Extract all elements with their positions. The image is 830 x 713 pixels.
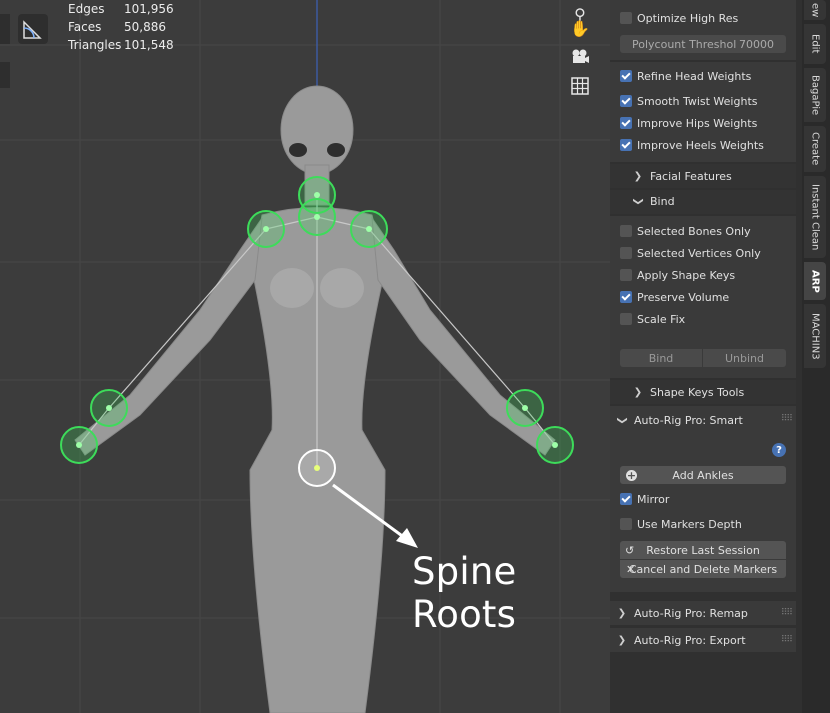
tab-create[interactable]: Create bbox=[804, 126, 826, 172]
close-icon: ✕ bbox=[626, 562, 636, 576]
shape-keys-tools-header[interactable]: ❯ Shape Keys Tools bbox=[632, 382, 744, 402]
tab-arp[interactable]: ARP bbox=[804, 262, 826, 300]
drag-grip-icon[interactable]: ⠿⠿ bbox=[781, 608, 793, 618]
sidebar-panel: Optimize High Res Polycount Threshol 7000… bbox=[610, 0, 802, 713]
cancel-delete-markers-button[interactable]: ✕ Cancel and Delete Markers bbox=[620, 560, 786, 578]
chevron-right-icon: ❯ bbox=[617, 607, 627, 619]
improve-heels-weights-checkbox[interactable]: Improve Heels Weights bbox=[620, 136, 764, 154]
scale-fix-checkbox[interactable]: Scale Fix bbox=[620, 310, 685, 328]
sidebar-tabs: ew Edit BagaPie Create Instant Clean ARP… bbox=[802, 0, 830, 713]
annotation-label: Spine Roots bbox=[412, 550, 517, 636]
stat-triangles: Triangles 101,548 bbox=[68, 38, 174, 52]
chevron-down-icon: ❯ bbox=[632, 196, 644, 206]
hand-icon[interactable]: ✋ bbox=[566, 14, 594, 42]
drag-grip-icon[interactable]: ⠿⠿ bbox=[781, 635, 793, 645]
restore-last-session-button[interactable]: ↺ Restore Last Session bbox=[620, 541, 786, 559]
bind-header[interactable]: ❯ Bind bbox=[632, 191, 675, 211]
marker-wrist-left bbox=[90, 389, 128, 427]
marker-shoulder-left bbox=[247, 210, 285, 248]
drag-grip-icon[interactable]: ⠿⠿ bbox=[781, 414, 793, 424]
marker-hand-right bbox=[536, 426, 574, 464]
chevron-right-icon: ❯ bbox=[633, 386, 643, 398]
toolbar-edge[interactable] bbox=[0, 14, 10, 44]
checkbox-box bbox=[620, 225, 632, 237]
polycount-threshold-field[interactable]: Polycount Threshol 70000 bbox=[620, 35, 786, 53]
preserve-volume-checkbox[interactable]: Preserve Volume bbox=[620, 288, 729, 306]
help-icon[interactable]: ? bbox=[772, 443, 786, 457]
stat-edges: Edges 101,956 bbox=[68, 2, 174, 16]
apply-shape-keys-checkbox[interactable]: Apply Shape Keys bbox=[620, 266, 735, 284]
toolbar-edge-lower[interactable] bbox=[0, 62, 10, 88]
use-markers-depth-checkbox[interactable]: Use Markers Depth bbox=[620, 515, 742, 533]
checkbox-box bbox=[620, 12, 632, 24]
add-ankles-button[interactable]: + Add Ankles bbox=[620, 466, 786, 484]
tab-bagapie[interactable]: BagaPie bbox=[804, 68, 826, 122]
checkbox-box bbox=[620, 313, 632, 325]
smart-header[interactable]: ❯ Auto-Rig Pro: Smart bbox=[616, 410, 743, 430]
chevron-right-icon: ❯ bbox=[633, 170, 643, 182]
checkbox-box bbox=[620, 139, 632, 151]
measure-tool-button[interactable] bbox=[18, 14, 48, 44]
checkbox-box bbox=[620, 95, 632, 107]
marker-shoulder-right bbox=[350, 210, 388, 248]
selected-vertices-only-checkbox[interactable]: Selected Vertices Only bbox=[620, 244, 761, 262]
marker-chest bbox=[298, 198, 336, 236]
plus-icon: + bbox=[626, 468, 637, 482]
checkbox-box bbox=[620, 493, 632, 505]
unbind-button[interactable]: Unbind bbox=[703, 349, 786, 367]
checkbox-box bbox=[620, 291, 632, 303]
remap-header[interactable]: ❯ Auto-Rig Pro: Remap bbox=[616, 603, 748, 623]
tab-view[interactable]: ew bbox=[804, 0, 826, 20]
refine-head-weights-checkbox[interactable]: Refine Head Weights bbox=[620, 67, 751, 85]
grid-icon[interactable] bbox=[566, 72, 594, 100]
marker-spine-root bbox=[298, 449, 336, 487]
history-icon: ↺ bbox=[625, 543, 635, 557]
checkbox-box bbox=[620, 269, 632, 281]
bind-button[interactable]: Bind bbox=[620, 349, 702, 367]
selected-bones-only-checkbox[interactable]: Selected Bones Only bbox=[620, 222, 751, 240]
tab-machin3[interactable]: MACHIN3 bbox=[804, 304, 826, 368]
camera-icon[interactable] bbox=[566, 42, 594, 70]
chevron-right-icon: ❯ bbox=[617, 634, 627, 646]
checkbox-box bbox=[620, 117, 632, 129]
smooth-twist-weights-checkbox[interactable]: Smooth Twist Weights bbox=[620, 92, 757, 110]
tab-instant-clean[interactable]: Instant Clean bbox=[804, 176, 826, 258]
mirror-checkbox[interactable]: Mirror bbox=[620, 490, 669, 508]
chevron-down-icon: ❯ bbox=[616, 415, 628, 425]
stat-faces: Faces 50,886 bbox=[68, 20, 166, 34]
checkbox-box bbox=[620, 518, 632, 530]
export-header[interactable]: ❯ Auto-Rig Pro: Export bbox=[616, 630, 746, 650]
scene-stats: Edges 101,956 Faces 50,886 Triangles 101,54… bbox=[68, 0, 174, 54]
marker-hand-left bbox=[60, 426, 98, 464]
checkbox-box bbox=[620, 247, 632, 259]
optimize-high-res-checkbox[interactable]: Optimize High Res bbox=[620, 9, 738, 27]
3d-viewport[interactable]: Edges 101,956 Faces 50,886 Triangles 101,54… bbox=[0, 0, 610, 713]
facial-features-header[interactable]: ❯ Facial Features bbox=[632, 166, 732, 186]
tab-edit[interactable]: Edit bbox=[804, 24, 826, 64]
marker-wrist-right bbox=[506, 389, 544, 427]
improve-hips-weights-checkbox[interactable]: Improve Hips Weights bbox=[620, 114, 757, 132]
checkbox-box bbox=[620, 70, 632, 82]
measure-icon bbox=[23, 20, 42, 39]
